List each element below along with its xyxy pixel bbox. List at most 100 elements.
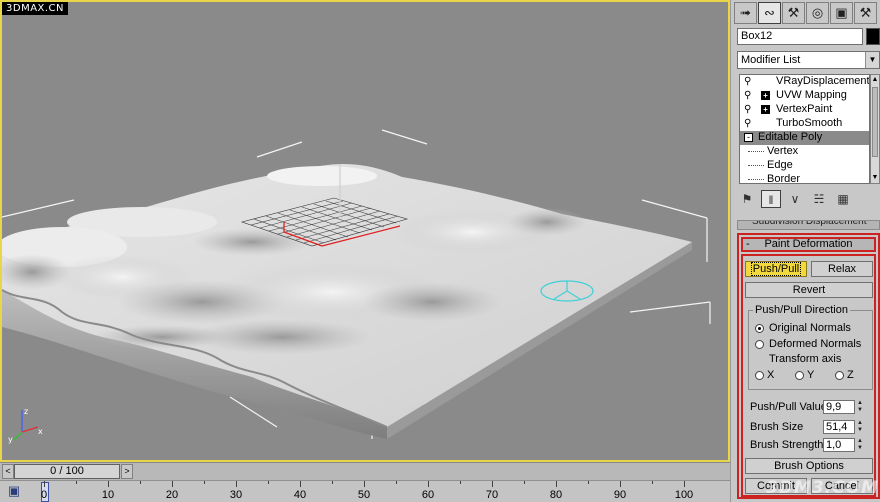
stack-item-editable-poly[interactable]: - Editable Poly [740, 131, 869, 145]
original-normals-label: Original Normals [769, 322, 851, 334]
sub-object-vertex[interactable]: Vertex [740, 145, 869, 159]
bulb-icon[interactable]: ⚲ [744, 89, 751, 102]
stack-scrollbar[interactable]: ▲ ▼ [870, 74, 880, 184]
revert-button[interactable]: Revert [745, 282, 873, 298]
frame-tick [364, 481, 365, 487]
axis-z-radio[interactable] [835, 371, 844, 380]
time-slider[interactable]: < 0 / 100 > [0, 462, 730, 480]
spinner-arrows-icon[interactable]: ▲ ▼ [856, 400, 864, 414]
modifier-list-dropdown[interactable]: Modifier List ▼ [737, 51, 880, 69]
expand-icon[interactable]: + [761, 105, 770, 114]
world-axis-tripod: z x y [8, 407, 43, 444]
next-frame-button[interactable]: > [121, 464, 133, 479]
frame-tick [76, 481, 77, 484]
deformed-normals-radio[interactable] [755, 340, 764, 349]
scene-render[interactable]: z x y [2, 2, 728, 460]
bulb-icon[interactable]: ⚲ [744, 75, 751, 88]
site-watermark: 3DMAX.CN [2, 2, 69, 15]
deformed-normals-label: Deformed Normals [769, 338, 862, 350]
object-name-field[interactable]: Box12 [737, 28, 863, 45]
display-icon[interactable]: ▣ [830, 2, 853, 24]
frame-tick [492, 481, 493, 487]
axis-y-radio[interactable] [795, 371, 804, 380]
scroll-thumb[interactable] [872, 87, 878, 157]
configure-modifier-sets-icon[interactable]: ▦ [833, 190, 853, 208]
modifier-list-label: Modifier List [741, 54, 801, 66]
stack-item-vertexpaint[interactable]: ⚲ + VertexPaint [740, 103, 869, 117]
transform-axis-label: Transform axis [769, 353, 842, 365]
track-bar[interactable]: ▣ 0 10 20 30 40 50 60 70 80 90 100 [0, 480, 730, 502]
push-pull-value-field[interactable]: 9,9 [823, 400, 855, 414]
collapse-icon[interactable]: - [744, 133, 753, 142]
subdivision-displacement-rollout[interactable]: Subdivision Displacement [737, 220, 880, 230]
bulb-icon[interactable]: ⚲ [744, 103, 751, 116]
command-panel-tabs: ➟ ∾ ⚒ ◎ ▣ ⚒ [734, 2, 880, 24]
cancel-button[interactable]: Cancel [811, 478, 873, 494]
chevron-down-icon[interactable]: ▼ [865, 52, 879, 68]
axis-y-label: Y [807, 369, 815, 381]
modify-icon[interactable]: ∾ [758, 2, 781, 24]
relax-button[interactable]: Relax [811, 261, 873, 277]
frame-tick [684, 481, 685, 487]
brush-strength-field[interactable]: 1,0 [823, 438, 855, 452]
sub-object-edge[interactable]: Edge [740, 159, 869, 173]
frame-tick [428, 481, 429, 487]
frame-tick [652, 481, 653, 484]
sub-object-border[interactable]: Border [740, 173, 869, 183]
object-color-swatch[interactable] [866, 28, 880, 45]
make-unique-icon[interactable]: ∨ [785, 190, 805, 208]
frame-tick [300, 481, 301, 487]
motion-icon[interactable]: ◎ [806, 2, 829, 24]
frame-tick-label: 20 [165, 489, 179, 501]
frame-tick-label: 0 [40, 489, 48, 501]
svg-text:z: z [24, 407, 28, 416]
bulb-icon[interactable]: ⚲ [744, 117, 751, 130]
stack-item-vraydisplacement[interactable]: ⚲ VRayDisplacementMo [740, 75, 869, 89]
paint-deformation-rollout: - Paint Deformation Push/Pull Relax Reve… [737, 233, 880, 499]
command-panel: ➟ ∾ ⚒ ◎ ▣ ⚒ Box12 Modifier List ▼ ⚲ VRay… [730, 0, 880, 502]
remove-modifier-icon[interactable]: ☵ [809, 190, 829, 208]
axis-x-radio[interactable] [755, 371, 764, 380]
stack-item-uvw-mapping[interactable]: ⚲ + UVW Mapping [740, 89, 869, 103]
axis-z-label: Z [847, 369, 854, 381]
push-pull-button[interactable]: Push/Pull [745, 261, 807, 277]
create-icon[interactable]: ➟ [734, 2, 757, 24]
frame-tick [332, 481, 333, 484]
frame-tick [44, 481, 45, 487]
commit-button[interactable]: Commit [745, 478, 807, 494]
frame-tick-label: 100 [674, 489, 694, 501]
frame-tick-label: 10 [101, 489, 115, 501]
frame-tick-label: 50 [357, 489, 371, 501]
expand-icon[interactable]: + [761, 91, 770, 100]
frame-tick-label: 70 [485, 489, 499, 501]
brush-size-field[interactable]: 51,4 [823, 420, 855, 434]
frame-tick-label: 40 [293, 489, 307, 501]
hierarchy-icon[interactable]: ⚒ [782, 2, 805, 24]
frame-tick [236, 481, 237, 487]
frame-tick [268, 481, 269, 484]
scroll-up-icon[interactable]: ▲ [871, 75, 879, 85]
paint-deformation-title[interactable]: - Paint Deformation [741, 237, 876, 252]
spinner-arrows-icon[interactable]: ▲ ▼ [856, 438, 864, 452]
frame-tick [460, 481, 461, 484]
original-normals-radio[interactable] [755, 324, 764, 333]
spinner-arrows-icon[interactable]: ▲ ▼ [856, 420, 864, 434]
scroll-down-icon[interactable]: ▼ [871, 173, 879, 183]
show-end-result-icon[interactable]: ‖ [761, 190, 781, 208]
perspective-viewport[interactable]: z x y 3DMAX.CN [0, 0, 730, 462]
frame-tick [620, 481, 621, 487]
frame-tick [588, 481, 589, 484]
collapse-icon[interactable]: - [746, 239, 750, 250]
frame-tick [140, 481, 141, 484]
brush-options-button[interactable]: Brush Options [745, 458, 873, 474]
frame-ruler[interactable]: 0 10 20 30 40 50 60 70 80 90 100 [40, 481, 732, 502]
utilities-icon[interactable]: ⚒ [854, 2, 877, 24]
paint-deformation-body: Push/Pull Relax Revert Push/Pull Directi… [741, 254, 876, 497]
stack-item-turbosmooth[interactable]: ⚲ TurboSmooth [740, 117, 869, 131]
modifier-stack[interactable]: ⚲ VRayDisplacementMo ⚲ + UVW Mapping ⚲ +… [739, 74, 870, 184]
time-slider-thumb[interactable]: 0 / 100 [14, 464, 120, 479]
mini-curve-editor-icon[interactable]: ▣ [6, 483, 22, 499]
brush-size-label: Brush Size [750, 421, 804, 433]
previous-frame-button[interactable]: < [2, 464, 14, 479]
pin-stack-icon[interactable]: ⚑ [737, 190, 757, 208]
